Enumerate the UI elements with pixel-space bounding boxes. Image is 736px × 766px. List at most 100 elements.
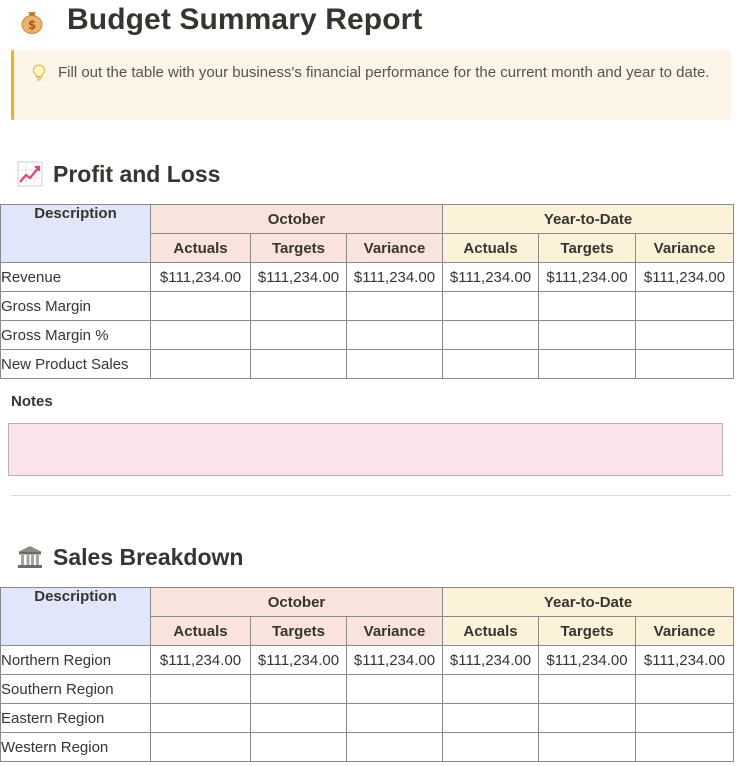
sales-breakdown-heading: Sales Breakdown xyxy=(17,542,243,572)
column-header: Targets xyxy=(250,616,347,646)
column-header: Actuals xyxy=(150,616,251,646)
table-cell[interactable]: $111,234.00 xyxy=(250,262,347,292)
table-row: Eastern Region xyxy=(0,703,735,733)
table-cell[interactable] xyxy=(442,674,540,704)
column-header: Actuals xyxy=(442,616,540,646)
page-title: Budget Summary Report xyxy=(67,3,423,36)
profit-and-loss-heading: Profit and Loss xyxy=(17,159,220,189)
october-header: October xyxy=(149,204,444,234)
table-cell[interactable] xyxy=(345,349,444,379)
table-cell[interactable] xyxy=(150,349,251,379)
column-header: Actuals xyxy=(442,233,540,263)
table-cell[interactable] xyxy=(150,732,251,762)
table-cell[interactable] xyxy=(250,291,347,321)
table-cell[interactable] xyxy=(150,703,251,733)
table-row: Southern Region xyxy=(0,674,735,704)
divider xyxy=(11,495,731,496)
lightbulb-icon xyxy=(32,64,50,120)
page-header: $ Budget Summary Report xyxy=(17,0,422,40)
table-cell[interactable]: $111,234.00 xyxy=(442,262,540,292)
column-header: Targets xyxy=(538,233,637,263)
table-cell[interactable] xyxy=(150,674,251,704)
table-cell[interactable] xyxy=(345,674,444,704)
table-cell[interactable] xyxy=(635,349,735,379)
table-cell[interactable] xyxy=(442,732,540,762)
description-header: Description xyxy=(0,587,151,646)
row-label[interactable]: Western Region xyxy=(0,732,151,762)
table-cell[interactable] xyxy=(538,732,637,762)
table-cell[interactable]: $111,234.00 xyxy=(345,262,444,292)
table-cell[interactable] xyxy=(538,674,637,704)
table-cell[interactable] xyxy=(442,349,540,379)
column-header: Targets xyxy=(250,233,347,263)
table-cell[interactable] xyxy=(250,320,347,350)
row-label[interactable]: Revenue xyxy=(0,262,151,292)
table-cell[interactable] xyxy=(538,349,637,379)
column-header: Variance xyxy=(635,616,735,646)
table-row: Western Region xyxy=(0,732,735,762)
table-cell[interactable]: $111,234.00 xyxy=(635,262,735,292)
column-header: Variance xyxy=(345,233,444,263)
october-header: October xyxy=(149,587,444,617)
table-cell[interactable]: $111,234.00 xyxy=(538,262,637,292)
svg-text:$: $ xyxy=(28,18,36,32)
table-cell[interactable]: $111,234.00 xyxy=(635,645,735,675)
table-cell[interactable] xyxy=(635,320,735,350)
row-label[interactable]: Northern Region xyxy=(0,645,151,675)
column-header: Variance xyxy=(345,616,444,646)
table-cell[interactable] xyxy=(250,674,347,704)
sales-breakdown-table: Description October Year-to-Date Actuals… xyxy=(0,587,735,762)
description-header: Description xyxy=(0,204,151,263)
chart-increasing-icon xyxy=(17,161,43,187)
table-row: New Product Sales xyxy=(0,349,735,379)
year-to-date-header: Year-to-Date xyxy=(442,587,735,617)
bank-icon xyxy=(17,544,43,570)
table-row: Gross Margin xyxy=(0,291,735,321)
table-cell[interactable] xyxy=(345,732,444,762)
table-cell[interactable]: $111,234.00 xyxy=(150,645,251,675)
table-cell[interactable] xyxy=(635,703,735,733)
row-label[interactable]: Gross Margin xyxy=(0,291,151,321)
row-label[interactable]: Eastern Region xyxy=(0,703,151,733)
table-cell[interactable] xyxy=(150,320,251,350)
table-cell[interactable] xyxy=(442,320,540,350)
table-cell[interactable] xyxy=(345,703,444,733)
table-row: Revenue $111,234.00 $111,234.00 $111,234… xyxy=(0,262,735,292)
table-cell[interactable] xyxy=(538,291,637,321)
table-cell[interactable] xyxy=(250,703,347,733)
row-label[interactable]: Gross Margin % xyxy=(0,320,151,350)
notes-field[interactable] xyxy=(8,423,723,476)
table-row: Northern Region $111,234.00 $111,234.00 … xyxy=(0,645,735,675)
column-header: Targets xyxy=(538,616,637,646)
column-header: Actuals xyxy=(150,233,251,263)
table-cell[interactable] xyxy=(442,291,540,321)
row-label[interactable]: New Product Sales xyxy=(0,349,151,379)
table-cell[interactable]: $111,234.00 xyxy=(345,645,444,675)
table-cell[interactable] xyxy=(442,703,540,733)
section-title: Profit and Loss xyxy=(53,160,221,187)
table-cell[interactable] xyxy=(150,291,251,321)
table-cell[interactable] xyxy=(635,674,735,704)
table-cell[interactable] xyxy=(345,291,444,321)
column-header: Variance xyxy=(635,233,735,263)
table-cell[interactable]: $111,234.00 xyxy=(538,645,637,675)
table-cell[interactable] xyxy=(635,732,735,762)
row-label[interactable]: Southern Region xyxy=(0,674,151,704)
table-row: Gross Margin % xyxy=(0,320,735,350)
instructions-callout: Fill out the table with your business's … xyxy=(11,50,731,120)
table-cell[interactable]: $111,234.00 xyxy=(442,645,540,675)
callout-text: Fill out the table with your business's … xyxy=(58,64,710,81)
profit-and-loss-table: Description October Year-to-Date Actuals… xyxy=(0,204,735,379)
table-cell[interactable] xyxy=(250,732,347,762)
table-cell[interactable] xyxy=(538,703,637,733)
table-cell[interactable] xyxy=(538,320,637,350)
table-cell[interactable]: $111,234.00 xyxy=(150,262,251,292)
notes-label: Notes xyxy=(11,393,53,410)
table-cell[interactable]: $111,234.00 xyxy=(250,645,347,675)
table-cell[interactable] xyxy=(250,349,347,379)
year-to-date-header: Year-to-Date xyxy=(442,204,735,234)
table-cell[interactable] xyxy=(345,320,444,350)
money-bag-icon: $ xyxy=(17,5,47,35)
section-title: Sales Breakdown xyxy=(53,543,244,570)
table-cell[interactable] xyxy=(635,291,735,321)
